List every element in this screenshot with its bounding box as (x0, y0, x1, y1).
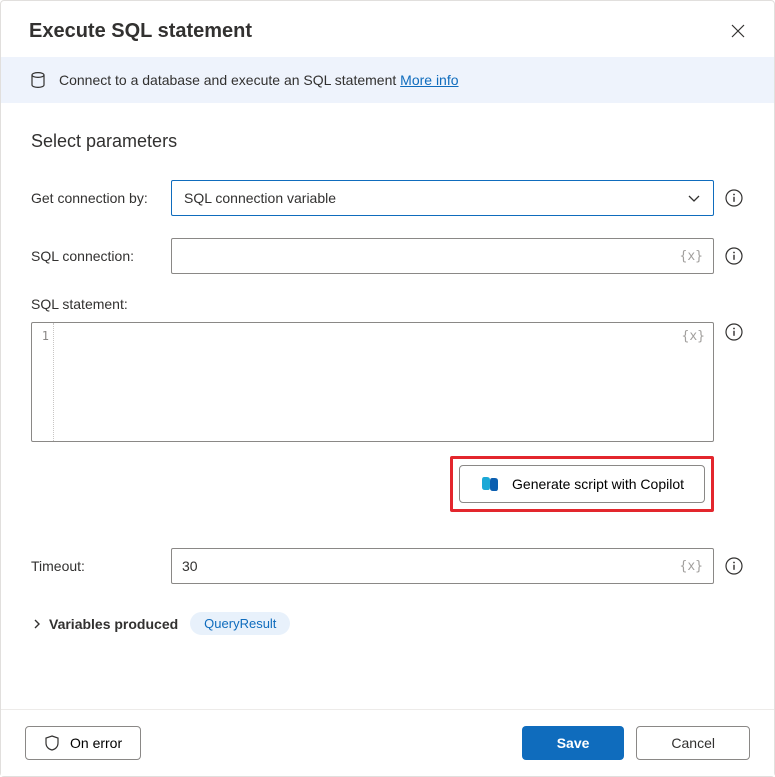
copilot-icon (480, 474, 500, 494)
dialog-footer: On error Save Cancel (1, 709, 774, 776)
dialog-title: Execute SQL statement (29, 20, 252, 43)
section-title: Select parameters (31, 131, 744, 152)
on-error-label: On error (70, 735, 122, 751)
banner-message: Connect to a database and execute an SQL… (59, 72, 459, 88)
variable-picker-icon[interactable]: {x} (682, 329, 705, 344)
footer-actions: Save Cancel (522, 726, 750, 760)
info-banner: Connect to a database and execute an SQL… (1, 57, 774, 103)
get-connection-by-info-button[interactable] (724, 188, 744, 208)
variables-produced-toggle[interactable]: Variables produced (31, 616, 178, 632)
info-icon (725, 247, 743, 265)
sql-statement-label: SQL statement: (31, 296, 744, 312)
database-icon (29, 71, 47, 89)
variable-picker-icon[interactable]: {x} (680, 559, 703, 574)
line-number: 1 (42, 329, 49, 343)
timeout-label: Timeout: (31, 558, 161, 574)
timeout-info-button[interactable] (724, 556, 744, 576)
close-button[interactable] (726, 19, 750, 43)
generate-highlight: Generate script with Copilot (450, 456, 714, 512)
get-connection-by-select[interactable]: SQL connection variable (171, 180, 714, 216)
field-timeout: Timeout: 30 {x} (31, 548, 744, 584)
shield-icon (44, 735, 60, 751)
variable-chip-queryresult[interactable]: QueryResult (190, 612, 290, 635)
generate-script-label: Generate script with Copilot (512, 476, 684, 492)
variables-produced-row: Variables produced QueryResult (31, 612, 744, 635)
editor-gutter: 1 (32, 323, 54, 441)
generate-row: Generate script with Copilot (31, 456, 744, 512)
chevron-down-icon (687, 191, 701, 205)
variables-produced-label: Variables produced (49, 616, 178, 632)
banner-text: Connect to a database and execute an SQL… (59, 72, 400, 88)
info-icon (725, 189, 743, 207)
save-button[interactable]: Save (522, 726, 625, 760)
dialog-header: Execute SQL statement (1, 1, 774, 57)
variable-picker-icon[interactable]: {x} (680, 249, 703, 264)
generate-script-button[interactable]: Generate script with Copilot (459, 465, 705, 503)
on-error-button[interactable]: On error (25, 726, 141, 760)
field-sql-statement: SQL statement: 1 {x} (31, 296, 744, 442)
timeout-input[interactable]: 30 {x} (171, 548, 714, 584)
close-icon (730, 23, 746, 39)
more-info-link[interactable]: More info (400, 72, 458, 88)
sql-connection-info-button[interactable] (724, 246, 744, 266)
field-get-connection-by: Get connection by: SQL connection variab… (31, 180, 744, 216)
info-icon (725, 323, 743, 341)
get-connection-by-value: SQL connection variable (184, 190, 336, 206)
cancel-button[interactable]: Cancel (636, 726, 750, 760)
sql-connection-input[interactable]: {x} (171, 238, 714, 274)
info-icon (725, 557, 743, 575)
chevron-right-icon (31, 618, 43, 630)
sql-statement-editor[interactable]: 1 {x} (31, 322, 714, 442)
editor-body[interactable]: {x} (54, 323, 713, 441)
content-area: Select parameters Get connection by: SQL… (1, 103, 774, 709)
get-connection-by-label: Get connection by: (31, 190, 161, 206)
timeout-value: 30 (182, 558, 680, 574)
field-sql-connection: SQL connection: {x} (31, 238, 744, 274)
sql-connection-label: SQL connection: (31, 248, 161, 264)
sql-statement-info-button[interactable] (724, 322, 744, 342)
